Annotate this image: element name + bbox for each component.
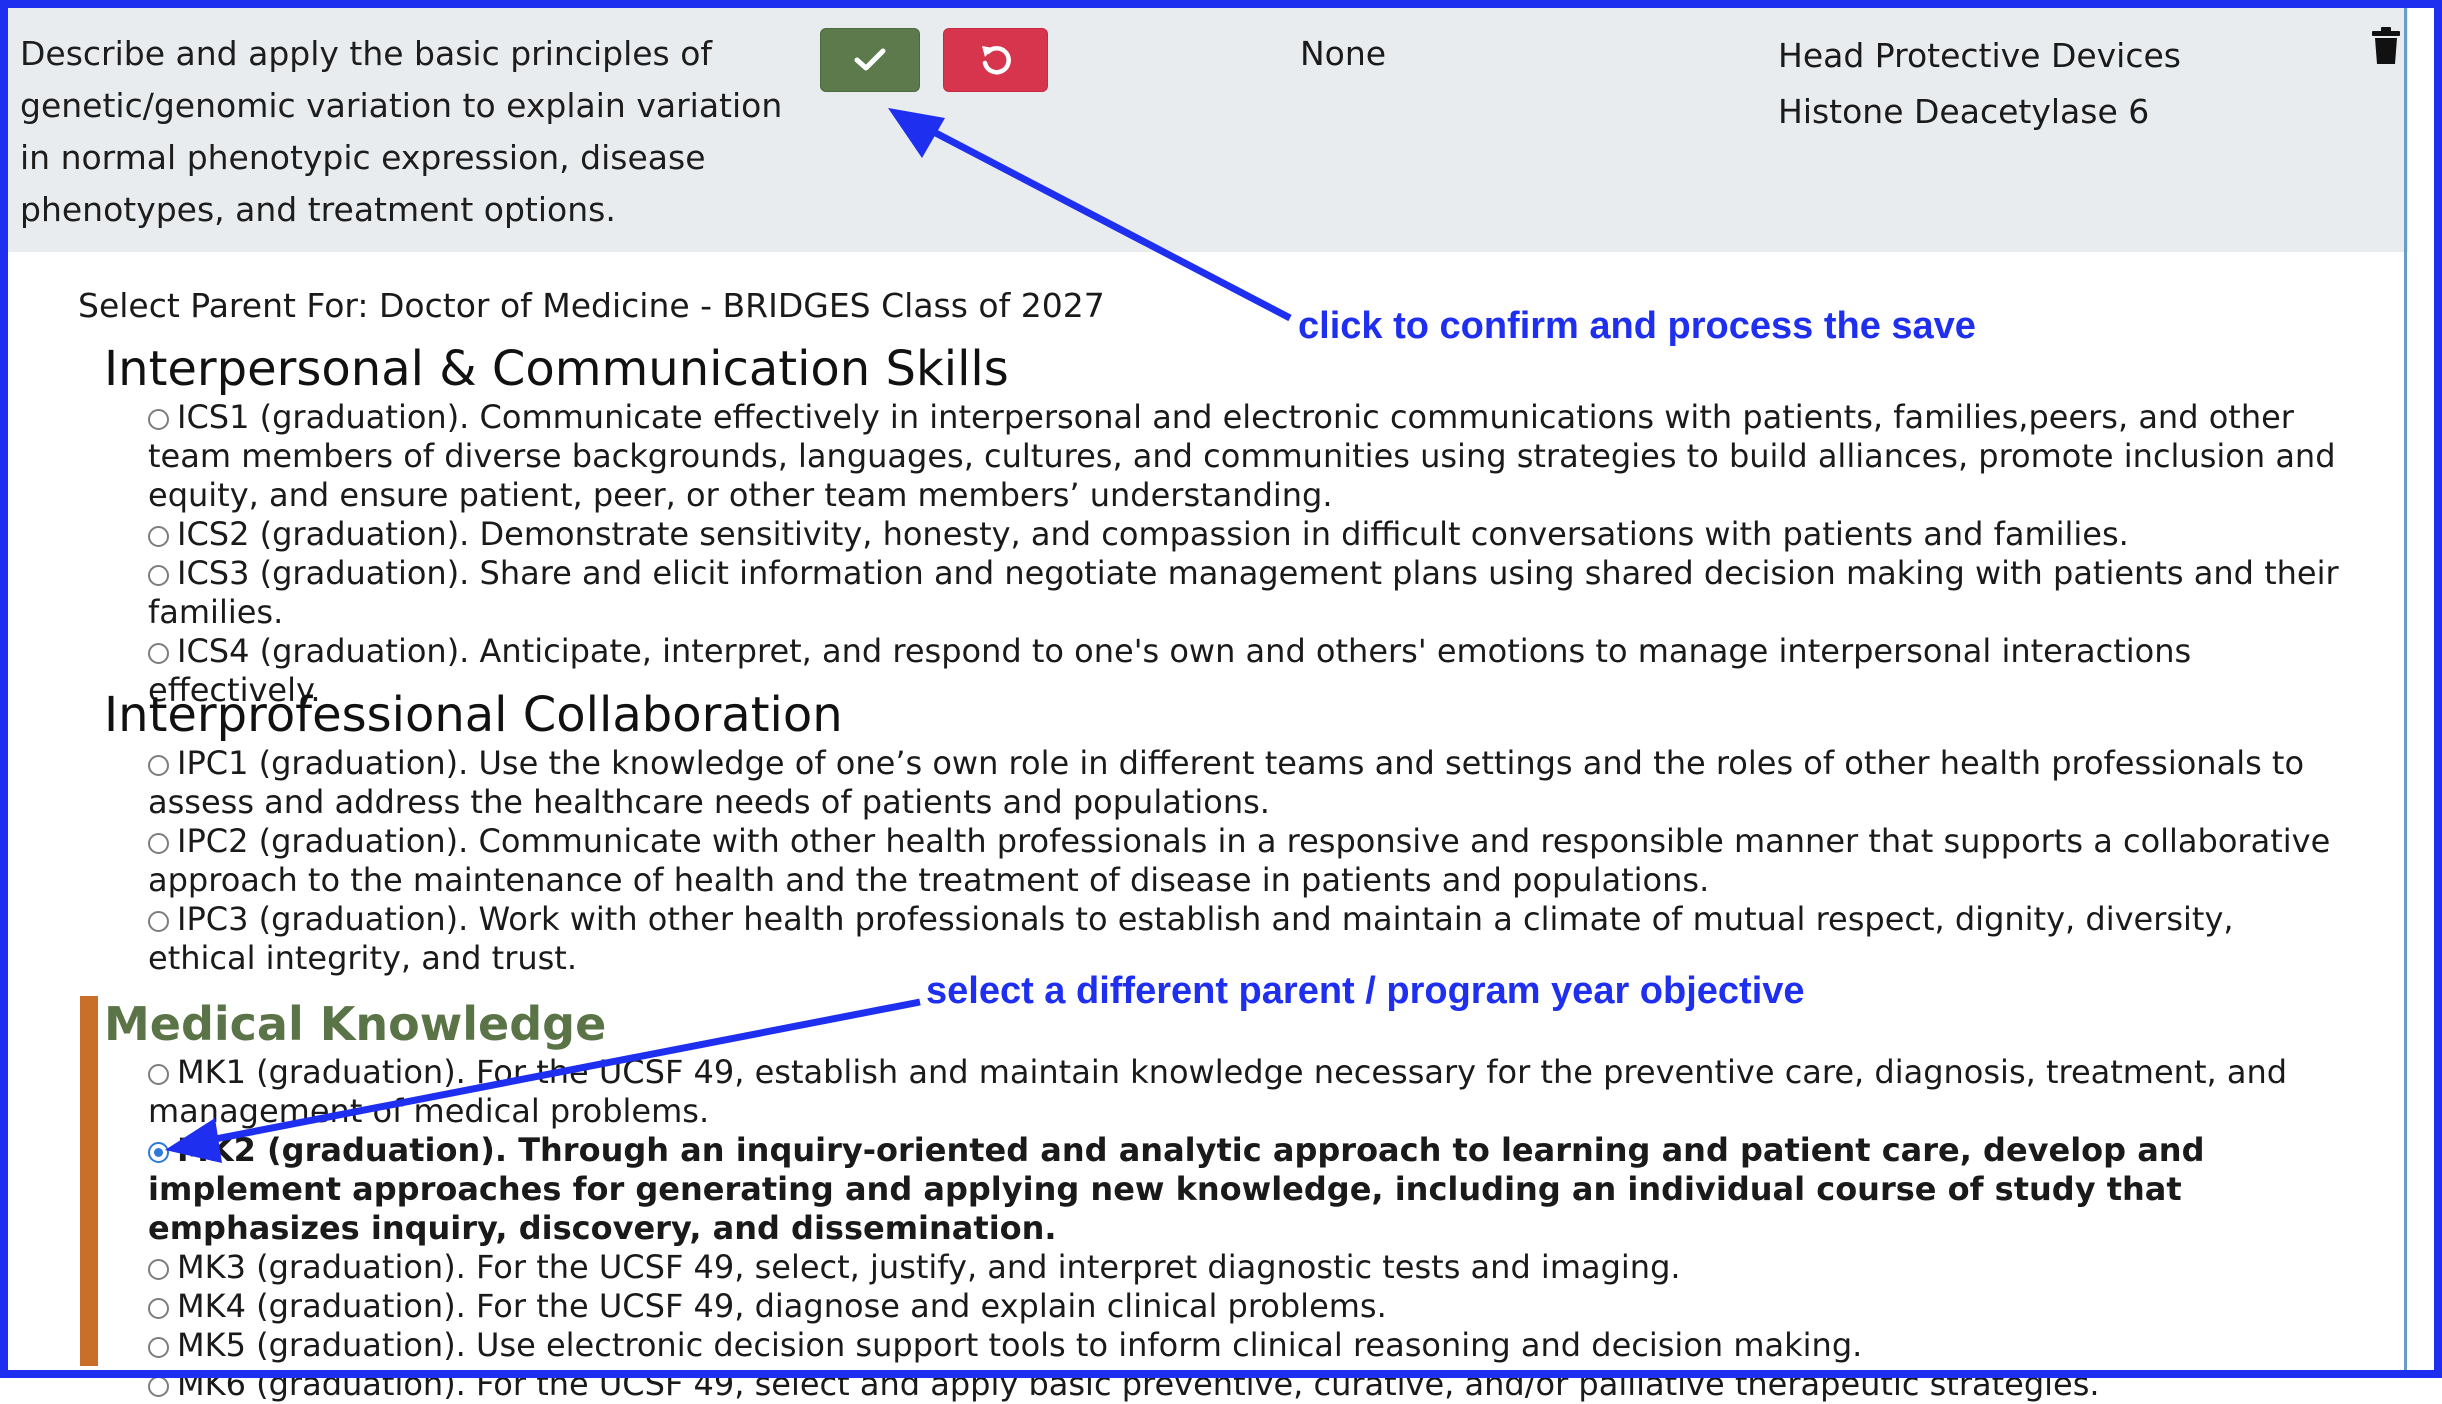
- radio-button[interactable]: [148, 643, 169, 664]
- select-parent-heading: Select Parent For: Doctor of Medicine - …: [78, 286, 1105, 325]
- radio-button[interactable]: [148, 911, 169, 932]
- objective-option[interactable]: MK5 (graduation). Use electronic decisio…: [148, 1326, 2348, 1365]
- radio-button[interactable]: [148, 833, 169, 854]
- group-interpersonal-communication: Interpersonal & Communication Skills ICS…: [104, 340, 2364, 710]
- radio-button[interactable]: [148, 1259, 169, 1280]
- radio-button[interactable]: [148, 755, 169, 776]
- undo-button[interactable]: [943, 28, 1048, 92]
- objective-option[interactable]: ICS3 (graduation). Share and elicit info…: [148, 554, 2348, 632]
- undo-icon: [981, 46, 1011, 75]
- objective-option[interactable]: MK6 (graduation). For the UCSF 49, selec…: [148, 1365, 2348, 1404]
- radio-button[interactable]: [148, 1337, 169, 1358]
- term-item[interactable]: Head Protective Devices: [1778, 28, 2181, 84]
- objective-option[interactable]: ICS1 (graduation). Communicate effective…: [148, 398, 2348, 515]
- radio-button[interactable]: [148, 409, 169, 430]
- radio-button[interactable]: [148, 1064, 169, 1085]
- radio-button[interactable]: [148, 526, 169, 547]
- terms-list: Head Protective Devices Histone Deacetyl…: [1778, 28, 2181, 140]
- objective-option[interactable]: IPC2 (graduation). Communicate with othe…: [148, 822, 2348, 900]
- radio-button[interactable]: [148, 565, 169, 586]
- objective-option[interactable]: IPC3 (graduation). Work with other healt…: [148, 900, 2348, 978]
- annotation-confirm: click to confirm and process the save: [1298, 305, 1976, 347]
- term-item[interactable]: Histone Deacetylase 6: [1778, 84, 2181, 140]
- objective-option[interactable]: MK4 (graduation). For the UCSF 49, diagn…: [148, 1287, 2348, 1326]
- objective-option[interactable]: ICS2 (graduation). Demonstrate sensitivi…: [148, 515, 2348, 554]
- trash-icon[interactable]: [2370, 26, 2402, 66]
- radio-button[interactable]: [148, 1298, 169, 1319]
- group-title: Interpersonal & Communication Skills: [104, 341, 1009, 397]
- parent-value: None: [1300, 34, 1387, 73]
- objective-row: Describe and apply the basic principles …: [8, 8, 2408, 252]
- active-group-indicator: [80, 996, 98, 1366]
- radio-button-checked[interactable]: [148, 1142, 169, 1163]
- confirm-button[interactable]: [820, 28, 920, 92]
- check-icon: [854, 48, 886, 71]
- annotation-select: select a different parent / program year…: [926, 970, 1805, 1012]
- objective-option[interactable]: MK1 (graduation). For the UCSF 49, estab…: [148, 1053, 2348, 1131]
- objective-text: Describe and apply the basic principles …: [20, 34, 783, 229]
- group-title: Interprofessional Collaboration: [104, 687, 843, 743]
- radio-button[interactable]: [148, 1376, 169, 1397]
- group-interprofessional-collaboration: Interprofessional Collaboration IPC1 (gr…: [104, 686, 2364, 978]
- objective-option[interactable]: MK3 (graduation). For the UCSF 49, selec…: [148, 1248, 2348, 1287]
- objective-option-selected[interactable]: MK2 (graduation). Through an inquiry-ori…: [148, 1131, 2348, 1248]
- objective-option[interactable]: IPC1 (graduation). Use the knowledge of …: [148, 744, 2348, 822]
- group-medical-knowledge: Medical Knowledge MK1 (graduation). For …: [104, 995, 2364, 1404]
- column-divider: [2404, 8, 2407, 1370]
